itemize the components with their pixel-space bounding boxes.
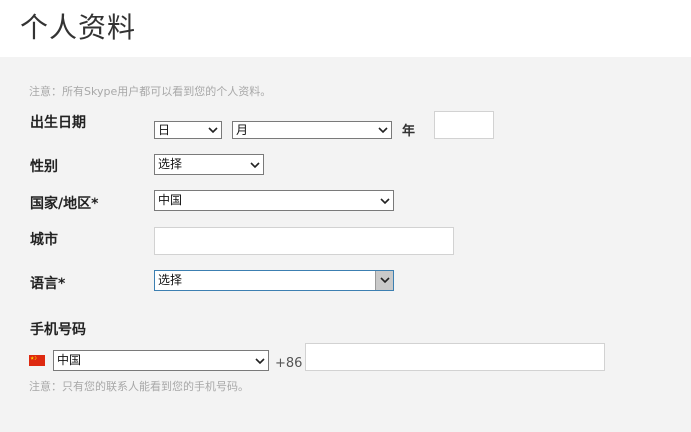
gender-select-value: 选择 bbox=[158, 157, 183, 171]
country-select-value: 中国 bbox=[158, 193, 183, 207]
gender-label: 性别 bbox=[30, 159, 58, 175]
gender-select[interactable]: 选择 bbox=[154, 154, 264, 175]
birthday-label: 出生日期 bbox=[30, 115, 86, 131]
profile-visibility-notice: 注意：所有Skype用户都可以看到您的个人资料。 bbox=[29, 85, 272, 98]
country-label: 国家/地区* bbox=[30, 196, 99, 212]
birth-day-select-value: 日 bbox=[158, 123, 171, 137]
chevron-down-icon bbox=[250, 162, 260, 169]
birth-month-select[interactable]: 月 bbox=[232, 121, 392, 139]
china-flag-icon bbox=[29, 355, 45, 366]
birth-year-input[interactable] bbox=[434, 111, 494, 139]
phone-country-code: +86 bbox=[275, 356, 303, 371]
language-select[interactable]: 选择 bbox=[154, 270, 394, 291]
chevron-down-icon bbox=[380, 198, 390, 205]
phone-country-select[interactable]: 中国 bbox=[53, 350, 269, 371]
chevron-down-icon bbox=[380, 277, 390, 284]
language-select-arrow-button[interactable] bbox=[375, 271, 393, 290]
city-input[interactable] bbox=[154, 227, 454, 255]
chevron-down-icon bbox=[208, 127, 218, 134]
chevron-down-icon bbox=[255, 358, 265, 365]
chevron-down-icon bbox=[378, 127, 388, 134]
language-label: 语言* bbox=[30, 276, 66, 292]
birth-day-select[interactable]: 日 bbox=[154, 121, 222, 139]
page-title: 个人资料 bbox=[20, 11, 137, 44]
country-select[interactable]: 中国 bbox=[154, 190, 394, 211]
city-label: 城市 bbox=[30, 232, 58, 248]
phone-label: 手机号码 bbox=[30, 322, 86, 338]
phone-visibility-notice: 注意：只有您的联系人能看到您的手机号码。 bbox=[29, 380, 249, 393]
year-label: 年 bbox=[402, 124, 416, 139]
language-select-value: 选择 bbox=[158, 273, 183, 287]
page-header: 个人资料 bbox=[0, 0, 691, 57]
phone-country-select-value: 中国 bbox=[57, 353, 82, 367]
phone-number-input[interactable] bbox=[305, 343, 605, 371]
birth-month-select-value: 月 bbox=[236, 123, 249, 137]
